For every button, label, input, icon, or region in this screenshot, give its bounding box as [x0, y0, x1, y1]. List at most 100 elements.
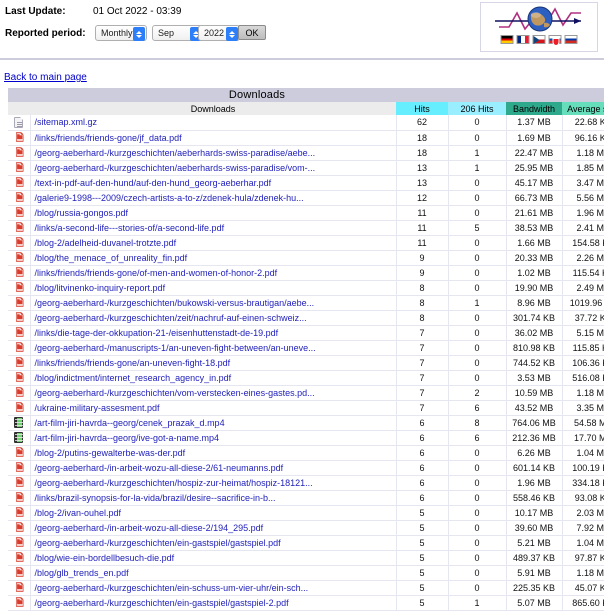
download-path-cell[interactable]: /georg-aeberhard-/kurzgeschichten/aeberh… — [30, 145, 396, 161]
flag-sk-icon[interactable] — [548, 35, 562, 46]
download-path-link[interactable]: /georg-aeberhard-/in-arbeit-wozu-all-die… — [35, 523, 264, 533]
ok-button[interactable]: OK — [238, 25, 266, 40]
download-path-link[interactable]: /georg-aeberhard-/kurzgeschichten/bukows… — [35, 298, 315, 308]
download-path-cell[interactable]: /georg-aeberhard-/kurzgeschichten/aeberh… — [30, 160, 396, 176]
download-path-link[interactable]: /georg-aeberhard-/kurzgeschichten/ein-ga… — [35, 538, 281, 548]
month-select[interactable]: Sep — [152, 25, 204, 41]
download-path-link[interactable]: /galerie9-1998---2009/czech-artists-a-to… — [35, 193, 304, 203]
download-path-cell[interactable]: /georg-aeberhard-/kurzgeschichten/ein-ga… — [30, 535, 396, 551]
download-path-cell[interactable]: /art-film-jiri-havrda--georg/ive-got-a-n… — [30, 430, 396, 446]
download-path-link[interactable]: /links/friends/friends-gone/of-men-and-w… — [35, 268, 278, 278]
download-path-cell[interactable]: /georg-aeberhard-/kurzgeschichten/ein-ga… — [30, 595, 396, 611]
download-path-link[interactable]: /georg-aeberhard-/kurzgeschichten/aeberh… — [35, 148, 316, 158]
file-type-icon-cell — [8, 310, 31, 326]
download-path-link[interactable]: /georg-aeberhard-/manuscripts-1/an-uneve… — [35, 343, 316, 353]
download-path-cell[interactable]: /blog-2/adelheid-duvanel-trotzte.pdf — [30, 235, 396, 251]
download-path-link[interactable]: /links/a-second-life---stories-of/a-seco… — [35, 223, 225, 233]
download-path-cell[interactable]: /blog-2/putins-gewalterbe-was-der.pdf — [30, 445, 396, 461]
back-to-main-page-link[interactable]: Back to main page — [4, 72, 87, 83]
download-path-cell[interactable]: /links/die-tage-der-okkupation-21-/eisen… — [30, 325, 396, 341]
download-path-cell[interactable]: /blog/indictment/internet_research_agenc… — [30, 370, 396, 386]
download-path-cell[interactable]: /art-film-jiri-havrda--georg/cenek_praza… — [30, 415, 396, 431]
flag-fr-icon[interactable] — [516, 35, 530, 44]
download-path-link[interactable]: /links/brazil-synopsis-for-la-vida/brazi… — [35, 493, 276, 503]
download-path-cell[interactable]: /georg-aeberhard-/kurzgeschichten/zeit/n… — [30, 310, 396, 326]
download-path-link[interactable]: /georg-aeberhard-/kurzgeschichten/ein-sc… — [35, 583, 309, 593]
download-path-link[interactable]: /blog-2/ivan-ouhel.pdf — [35, 508, 122, 518]
download-path-cell[interactable]: /georg-aeberhard-/kurzgeschichten/bukows… — [30, 295, 396, 311]
flag-de-icon[interactable] — [500, 35, 514, 44]
download-path-link[interactable]: /blog-2/adelheid-duvanel-trotzte.pdf — [35, 238, 177, 248]
download-path-link[interactable]: /blog/litvinenko-inquiry-report.pdf — [35, 283, 166, 293]
download-path-cell[interactable]: /links/brazil-synopsis-for-la-vida/brazi… — [30, 490, 396, 506]
download-path-cell[interactable]: /blog/the_menace_of_unreality_fin.pdf — [30, 250, 396, 266]
col-header-bandwidth[interactable]: Bandwidth — [506, 102, 563, 115]
last-update-label: Last Update: — [5, 6, 66, 17]
download-path-link[interactable]: /art-film-jiri-havrda--georg/cenek_praza… — [35, 418, 225, 428]
download-path-link[interactable]: /blog-2/putins-gewalterbe-was-der.pdf — [35, 448, 186, 458]
year-select[interactable]: 2022 — [198, 25, 240, 41]
download-path-cell[interactable]: /text-in-pdf-auf-den-hund/auf-den-hund_g… — [30, 175, 396, 191]
col-header-hits[interactable]: Hits — [396, 102, 448, 115]
download-path-link[interactable]: /georg-aeberhard-/in-arbeit-wozu-all-die… — [35, 463, 284, 473]
period-frequency-select[interactable]: Monthly — [95, 25, 147, 41]
download-path-link[interactable]: /georg-aeberhard-/kurzgeschichten/aeberh… — [35, 163, 316, 173]
download-path-link[interactable]: /blog/the_menace_of_unreality_fin.pdf — [35, 253, 188, 263]
flag-ru-icon[interactable] — [564, 35, 578, 44]
download-path-cell[interactable]: /blog/glb_trends_en.pdf — [30, 565, 396, 581]
download-path-cell[interactable]: /links/friends/friends-gone/of-men-and-w… — [30, 265, 396, 281]
download-path-cell[interactable]: /blog-2/ivan-ouhel.pdf — [30, 505, 396, 521]
language-flags[interactable] — [500, 35, 578, 46]
pdf-file-icon — [14, 552, 24, 564]
download-path-cell[interactable]: /blog/russia-gongos.pdf — [30, 205, 396, 221]
download-path-cell[interactable]: /georg-aeberhard-/kurzgeschichten/ein-sc… — [30, 580, 396, 596]
download-path-link[interactable]: /links/friends/friends-gone/jf_data.pdf — [35, 133, 182, 143]
download-path-link[interactable]: /georg-aeberhard-/kurzgeschichten/zeit/n… — [35, 313, 307, 323]
download-path-link[interactable]: /georg-aeberhard-/kurzgeschichten/ein-ga… — [35, 598, 289, 608]
download-path-link[interactable]: /georg-aeberhard-/kurzgeschichten/vom-ve… — [35, 388, 315, 398]
col-header-average-size[interactable]: Average size — [562, 102, 604, 115]
download-path-cell[interactable]: /georg-aeberhard-/manuscripts-1/an-uneve… — [30, 340, 396, 356]
download-path-link[interactable]: /georg-aeberhard-/kurzgeschichten/hospiz… — [35, 478, 313, 488]
flag-cz-icon[interactable] — [532, 35, 546, 44]
table-row: /georg-aeberhard-/in-arbeit-wozu-all-die… — [8, 520, 604, 536]
table-row: /blog/indictment/internet_research_agenc… — [8, 370, 604, 386]
file-type-icon-cell — [8, 250, 31, 266]
download-path-link[interactable]: /links/die-tage-der-okkupation-21-/eisen… — [35, 328, 279, 338]
table-row: /blog/wie-ein-bordellbesuch-die.pdf 50489… — [8, 550, 604, 566]
download-path-cell[interactable]: /links/a-second-life---stories-of/a-seco… — [30, 220, 396, 236]
download-path-cell[interactable]: /sitemap.xml.gz — [30, 115, 396, 131]
download-path-link[interactable]: /blog/russia-gongos.pdf — [35, 208, 129, 218]
download-path-link[interactable]: /art-film-jiri-havrda--georg/ive-got-a-n… — [35, 433, 220, 443]
hits-206-cell: 1 — [447, 145, 507, 161]
download-path-cell[interactable]: /georg-aeberhard-/kurzgeschichten/vom-ve… — [30, 385, 396, 401]
col-header-206-hits[interactable]: 206 Hits — [448, 102, 507, 115]
download-path-cell[interactable]: /georg-aeberhard-/in-arbeit-wozu-all-die… — [30, 520, 396, 536]
download-path-cell[interactable]: /georg-aeberhard-/kurzgeschichten/hospiz… — [30, 475, 396, 491]
download-path-cell[interactable]: /ukraine-military-assesment.pdf — [30, 400, 396, 416]
download-path-link[interactable]: /blog/wie-ein-bordellbesuch-die.pdf — [35, 553, 175, 563]
download-path-link[interactable]: /sitemap.xml.gz — [35, 117, 98, 127]
download-path-link[interactable]: /text-in-pdf-auf-den-hund/auf-den-hund_g… — [35, 178, 272, 188]
download-path-cell[interactable]: /galerie9-1998---2009/czech-artists-a-to… — [30, 190, 396, 206]
hits-cell: 8 — [395, 310, 448, 326]
download-path-cell[interactable]: /georg-aeberhard-/in-arbeit-wozu-all-die… — [30, 460, 396, 476]
download-path-link[interactable]: /links/friends/friends-gone/an-uneven-fi… — [35, 358, 231, 368]
download-path-cell[interactable]: /links/friends/friends-gone/an-uneven-fi… — [30, 355, 396, 371]
table-row: /blog/litvinenko-inquiry-report.pdf 8019.… — [8, 280, 604, 296]
hits-cell: 5 — [395, 505, 448, 521]
col-header-downloads[interactable]: Downloads — [30, 102, 396, 115]
file-type-icon-cell — [8, 160, 31, 176]
download-path-link[interactable]: /blog/glb_trends_en.pdf — [35, 568, 129, 578]
download-path-cell[interactable]: /blog/wie-ein-bordellbesuch-die.pdf — [30, 550, 396, 566]
file-type-icon-cell — [8, 490, 31, 506]
download-path-cell[interactable]: /links/friends/friends-gone/jf_data.pdf — [30, 130, 396, 146]
pdf-file-icon — [14, 582, 24, 594]
awstats-logo — [480, 2, 598, 52]
table-row: /georg-aeberhard-/in-arbeit-wozu-all-die… — [8, 460, 604, 476]
pdf-file-icon — [14, 237, 24, 249]
pdf-file-icon — [14, 132, 24, 144]
download-path-link[interactable]: /ukraine-military-assesment.pdf — [35, 403, 160, 413]
download-path-cell[interactable]: /blog/litvinenko-inquiry-report.pdf — [30, 280, 396, 296]
download-path-link[interactable]: /blog/indictment/internet_research_agenc… — [35, 373, 232, 383]
